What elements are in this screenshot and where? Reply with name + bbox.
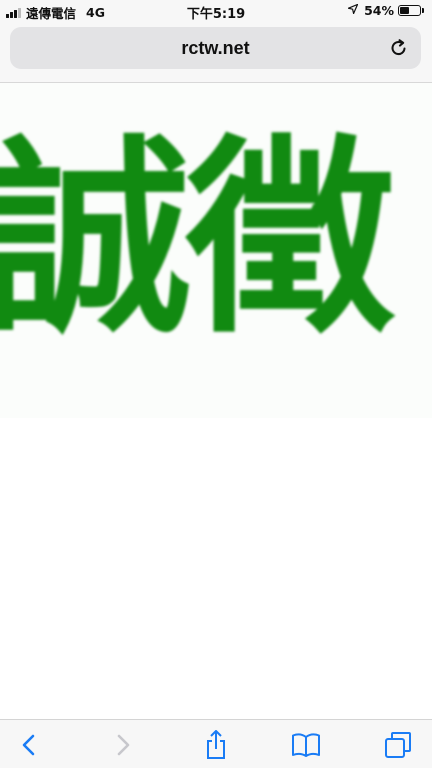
reload-icon[interactable] (389, 38, 409, 58)
browser-toolbar (0, 719, 432, 768)
status-right: 54% (346, 3, 424, 18)
bookmarks-icon[interactable] (291, 730, 321, 760)
status-bar: 遠傳電信 4G 下午5:19 54% (0, 0, 432, 22)
tabs-icon[interactable] (383, 730, 413, 760)
phone-screen: 遠傳電信 4G 下午5:19 54% rctw.net 誠徵 (0, 0, 432, 768)
battery-fill (400, 7, 409, 14)
url-text[interactable]: rctw.net (10, 38, 421, 59)
back-icon[interactable] (14, 730, 44, 760)
battery-nub (422, 8, 424, 13)
battery-icon (398, 5, 421, 16)
forward-icon[interactable] (108, 730, 138, 760)
battery-percent: 54% (364, 3, 394, 18)
logo-text: 誠徵 (0, 117, 396, 362)
web-content: 誠徵 (0, 83, 432, 718)
browser-address-bar: rctw.net (0, 22, 432, 83)
url-field[interactable]: rctw.net (10, 27, 421, 69)
logo-banner[interactable]: 誠徵 (0, 83, 432, 418)
location-arrow-icon (346, 3, 359, 17)
share-icon[interactable] (201, 730, 231, 760)
